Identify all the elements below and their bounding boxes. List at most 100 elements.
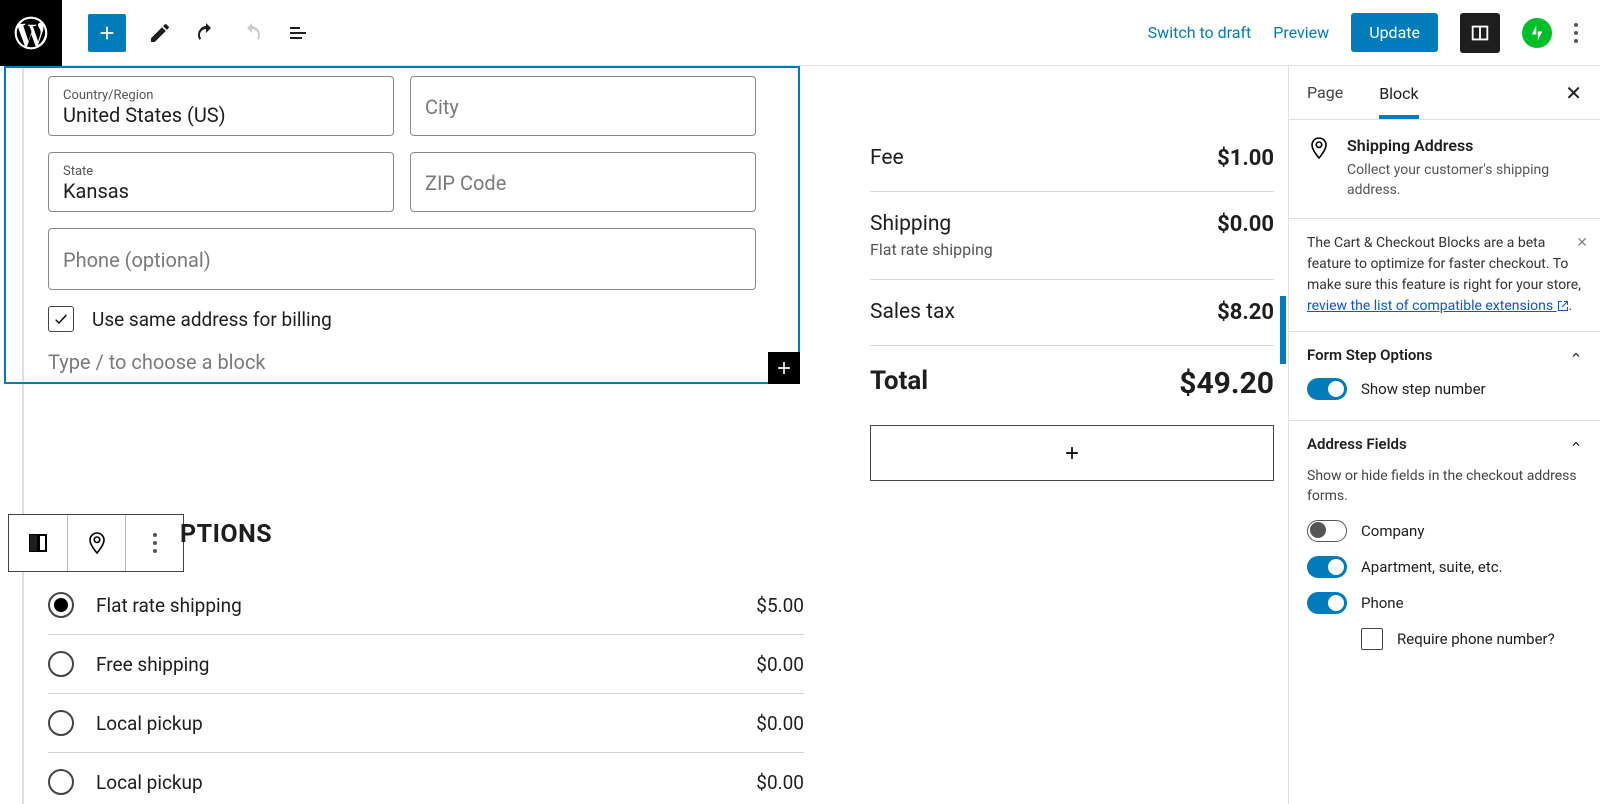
same-address-checkbox[interactable]: [48, 306, 74, 332]
phone-placeholder: Phone (optional): [63, 248, 741, 272]
dismiss-notice-button[interactable]: ✕: [1576, 233, 1588, 254]
shipping-option-label: Flat rate shipping: [96, 594, 242, 617]
shipping-option-row[interactable]: Local pickup $0.00: [48, 753, 804, 804]
fee-amount: $1.00: [1217, 146, 1274, 171]
phone-label: Phone: [1361, 594, 1404, 612]
require-phone-label: Require phone number?: [1397, 630, 1555, 648]
undo-icon: [194, 21, 218, 45]
country-field[interactable]: Country/Region United States (US): [48, 76, 394, 136]
summary-fee-row: Fee $1.00: [870, 138, 1274, 192]
sidebar-tabs: Page Block ✕: [1289, 66, 1600, 120]
preview-link[interactable]: Preview: [1273, 23, 1329, 42]
redo-icon: [240, 21, 264, 45]
shipping-option-row[interactable]: Local pickup$0.00: [48, 694, 804, 753]
redo-button[interactable]: [240, 21, 264, 45]
parent-block-button[interactable]: [9, 515, 67, 571]
zip-placeholder: ZIP Code: [425, 171, 741, 195]
shipping-option-price: $0.00: [756, 771, 804, 794]
shipping-option-radio[interactable]: [48, 651, 74, 677]
document-outline-button[interactable]: [286, 21, 310, 45]
shipping-option-label: Local pickup: [96, 712, 203, 735]
check-icon: [53, 311, 69, 327]
shipping-option-row[interactable]: Flat rate shipping $5.00: [48, 576, 804, 635]
shipping-options-list: Flat rate shipping $5.00 Free shipping $0.0…: [48, 576, 804, 804]
shipping-option-radio[interactable]: [48, 710, 74, 736]
column-icon: [26, 531, 50, 555]
company-label: Company: [1361, 522, 1424, 540]
update-button[interactable]: Update: [1351, 13, 1438, 52]
sidebar-icon: [1469, 22, 1491, 44]
jetpack-button[interactable]: [1522, 18, 1552, 48]
notice-link[interactable]: review the list of compatible extensions: [1307, 298, 1569, 314]
undo-button[interactable]: [194, 21, 218, 45]
block-more-button[interactable]: [125, 515, 183, 571]
shipping-sublabel: Flat rate shipping: [870, 240, 993, 259]
block-appender-button[interactable]: [768, 352, 800, 384]
notice-text-end: .: [1569, 298, 1573, 314]
list-icon: [286, 21, 310, 45]
chevron-up-icon: [1570, 349, 1582, 361]
jetpack-icon: [1528, 24, 1546, 42]
panel-toggle[interactable]: Address Fields: [1307, 435, 1582, 453]
more-options-button[interactable]: [1574, 23, 1578, 43]
wp-logo-button[interactable]: [0, 0, 62, 66]
pencil-icon: [148, 21, 172, 45]
shipping-address-block[interactable]: Country/Region United States (US) City S…: [4, 66, 800, 384]
shipping-label: Shipping: [870, 212, 993, 236]
country-value: United States (US): [63, 103, 379, 127]
settings-toggle-button[interactable]: [1460, 13, 1500, 53]
tax-amount: $8.20: [1217, 300, 1274, 325]
shipping-option-price: $0.00: [756, 653, 804, 676]
order-summary: Fee $1.00 Shipping Flat rate shipping $0…: [870, 138, 1274, 481]
shipping-option-row[interactable]: Free shipping $0.00: [48, 635, 804, 694]
apartment-toggle[interactable]: [1307, 556, 1347, 578]
close-sidebar-button[interactable]: ✕: [1565, 81, 1582, 105]
plus-icon: [96, 22, 118, 44]
block-description: Collect your customer's shipping address…: [1347, 161, 1582, 200]
plus-icon: [1062, 443, 1082, 463]
apartment-label: Apartment, suite, etc.: [1361, 558, 1503, 576]
selection-edge-indicator: [1280, 296, 1286, 364]
panel-toggle[interactable]: Form Step Options: [1307, 346, 1582, 364]
edit-mode-button[interactable]: [148, 21, 172, 45]
state-field[interactable]: State Kansas: [48, 152, 394, 212]
editor-topbar: Switch to draft Preview Update: [0, 0, 1600, 66]
company-toggle[interactable]: [1307, 520, 1347, 542]
show-step-number-label: Show step number: [1361, 380, 1486, 398]
switch-to-draft-link[interactable]: Switch to draft: [1148, 23, 1252, 42]
tab-block[interactable]: Block: [1379, 68, 1418, 119]
require-phone-checkbox[interactable]: [1361, 628, 1383, 650]
shipping-option-radio[interactable]: [48, 769, 74, 795]
block-type-button[interactable]: [67, 515, 125, 571]
block-appender-placeholder[interactable]: Type / to choose a block: [48, 350, 266, 374]
settings-sidebar: Page Block ✕ Shipping Address Collect yo…: [1288, 66, 1600, 804]
dots-icon: [153, 533, 157, 553]
shipping-option-price: $5.00: [756, 594, 804, 617]
shipping-option-label: Free shipping: [96, 653, 209, 676]
city-field[interactable]: City: [410, 76, 756, 136]
country-label: Country/Region: [63, 88, 379, 103]
state-value: Kansas: [63, 179, 379, 203]
zip-field[interactable]: ZIP Code: [410, 152, 756, 212]
summary-shipping-row: Shipping Flat rate shipping $0.00: [870, 192, 1274, 280]
block-info: Shipping Address Collect your customer's…: [1289, 120, 1600, 219]
beta-notice: ✕ The Cart & Checkout Blocks are a beta …: [1289, 219, 1600, 332]
form-step-options-panel: Form Step Options Show step number: [1289, 332, 1600, 421]
plus-icon: [774, 358, 794, 378]
shipping-option-radio[interactable]: [48, 592, 74, 618]
shipping-option-label: Local pickup: [96, 771, 203, 794]
phone-field[interactable]: Phone (optional): [48, 228, 756, 290]
summary-tax-row: Sales tax $8.20: [870, 280, 1274, 346]
show-step-number-toggle[interactable]: [1307, 378, 1347, 400]
same-address-label: Use same address for billing: [92, 308, 332, 331]
add-block-button[interactable]: [88, 14, 126, 52]
phone-toggle[interactable]: [1307, 592, 1347, 614]
editor-canvas: Country/Region United States (US) City S…: [0, 66, 1288, 804]
summary-add-block-button[interactable]: [870, 425, 1274, 481]
block-title: Shipping Address: [1347, 136, 1582, 155]
state-label: State: [63, 164, 379, 179]
city-placeholder: City: [425, 95, 741, 119]
tab-page[interactable]: Page: [1307, 67, 1343, 118]
location-icon: [85, 531, 109, 555]
notice-text: The Cart & Checkout Blocks are a beta fe…: [1307, 235, 1581, 293]
